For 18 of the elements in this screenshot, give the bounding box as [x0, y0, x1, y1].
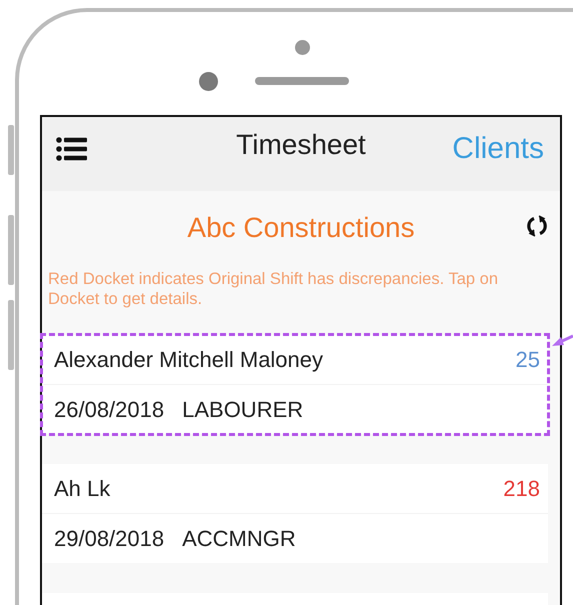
speaker-icon	[255, 77, 349, 85]
notice-text: Red Docket indicates Original Shift has discrepancies. Tap on Docket to get details.	[48, 269, 500, 309]
client-name: Abc Constructions	[187, 212, 415, 244]
docket-count: 218	[503, 476, 540, 502]
job-role: ACCMNGR	[182, 526, 296, 552]
worker-name: Ah Lk	[54, 476, 110, 502]
docket-date: 26/08/2018	[54, 396, 164, 422]
job-role: LABOURER	[182, 396, 304, 422]
worker-name: Alexander Mitchell Maloney	[54, 346, 324, 372]
camera-icon	[199, 72, 218, 91]
sensor-icon	[295, 40, 310, 55]
screen-title: Timesheet	[236, 129, 366, 161]
docket-card[interactable]: Alexander Mitchell Maloney 25 26/08/2018 LABOURER	[42, 335, 548, 434]
refresh-icon[interactable]	[526, 215, 548, 237]
docket-count: 25	[516, 346, 540, 372]
menu-icon[interactable]	[56, 137, 88, 161]
docket-card[interactable]: Ah Lk 218 29/08/2018 ACCMNGR	[42, 464, 548, 563]
docket-date: 29/08/2018	[54, 526, 164, 552]
